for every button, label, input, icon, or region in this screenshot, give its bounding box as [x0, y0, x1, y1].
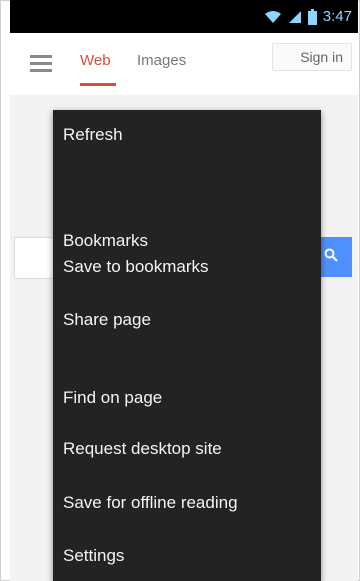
menu-item-share-page[interactable]: Share page [63, 310, 151, 330]
menu-item-save-offline[interactable]: Save for offline reading [63, 493, 238, 513]
menu-item-refresh[interactable]: Refresh [63, 125, 123, 145]
sign-in-button[interactable]: Sign in [272, 43, 352, 71]
menu-item-request-desktop-site[interactable]: Request desktop site [63, 439, 222, 459]
menu-item-settings[interactable]: Settings [63, 546, 124, 566]
tab-web[interactable]: Web [80, 52, 111, 69]
menu-item-bookmarks[interactable]: Bookmarks [63, 231, 148, 251]
search-icon [324, 248, 338, 267]
signal-icon [288, 10, 302, 24]
menu-item-find-on-page[interactable]: Find on page [63, 388, 162, 408]
overflow-menu: Refresh Bookmarks Save to bookmarks Shar… [53, 110, 321, 581]
menu-item-save-to-bookmarks[interactable]: Save to bookmarks [63, 257, 209, 277]
wifi-icon [264, 10, 282, 24]
battery-icon [307, 8, 317, 25]
status-time: 3:47 [322, 8, 352, 25]
status-bar: 3:47 [10, 0, 358, 33]
tab-images[interactable]: Images [137, 52, 186, 69]
active-tab-indicator [80, 83, 116, 86]
top-nav: Web Images Sign in [10, 33, 358, 95]
hamburger-menu-icon[interactable] [30, 55, 52, 76]
